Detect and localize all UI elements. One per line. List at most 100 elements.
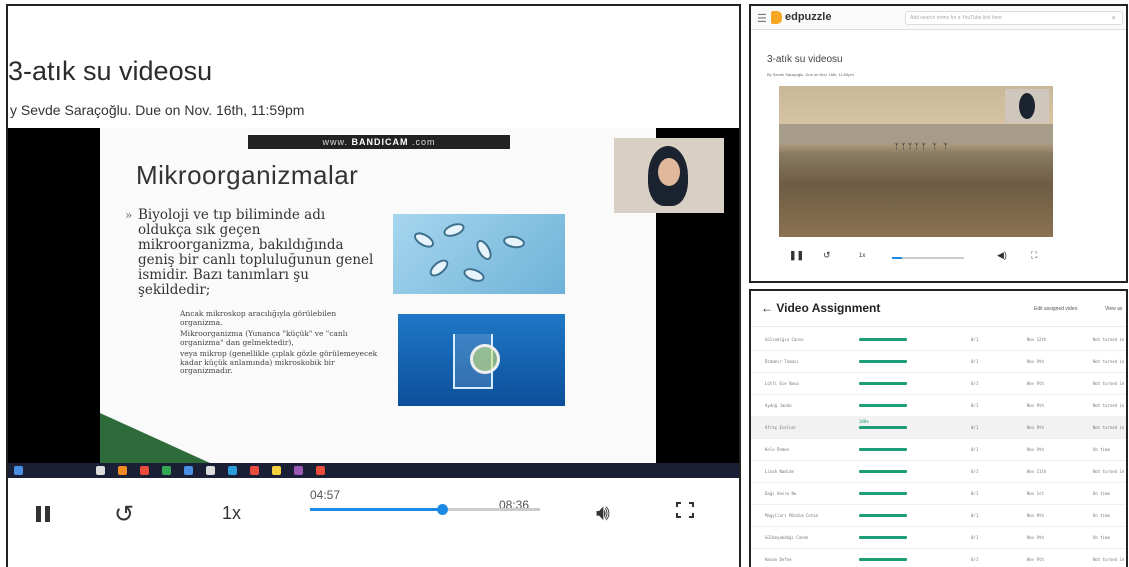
student-name: Afraş Ecelnar bbox=[765, 425, 797, 430]
student-name: Özdemir Taması bbox=[765, 359, 799, 364]
due-date: Nov 1st bbox=[1027, 491, 1044, 496]
student-name: Hasan Defne bbox=[765, 557, 792, 562]
student-name: Gülbeyakdağı Cande bbox=[765, 535, 809, 540]
webcam-overlay bbox=[1005, 89, 1049, 123]
status: On time bbox=[1093, 447, 1110, 452]
student-row[interactable]: Afraş Ecelnar 100% 0/1 Nov 9th Not turned in bbox=[751, 416, 1126, 439]
score: 0/1 bbox=[971, 337, 979, 342]
due-date: Nov 9th bbox=[1027, 535, 1044, 540]
page-title: 3-atık su videosu bbox=[8, 56, 213, 86]
volume-icon[interactable]: 🔊︎ bbox=[596, 500, 610, 526]
status: On time bbox=[1093, 491, 1110, 496]
pause-button[interactable] bbox=[36, 506, 50, 522]
speed-icon[interactable]: 1x bbox=[859, 253, 865, 259]
progress-bar bbox=[859, 448, 907, 451]
time-current: 04:57 bbox=[310, 488, 341, 502]
status: Not turned in bbox=[1093, 469, 1125, 474]
student-name: Lütfi Ece Nasa bbox=[765, 381, 799, 386]
presentation-slide: www. BANDICAM .com Mikroorganizmalar Biy… bbox=[100, 128, 656, 463]
status: Not turned in bbox=[1093, 425, 1125, 430]
student-name: Dağı Hasra Nu bbox=[765, 491, 797, 496]
assignment-title: Video Assignment bbox=[776, 301, 881, 315]
progress-fill bbox=[310, 508, 443, 511]
student-row[interactable]: Gülsadiğın Cansu 0/1 Nov 12th Not turned in bbox=[751, 328, 1126, 351]
video-preview[interactable]: ᛉᛉᛉᛉᛉ ᛉ ᛉ bbox=[779, 86, 1053, 237]
windows-taskbar bbox=[8, 463, 739, 478]
speed-button[interactable]: 1x bbox=[222, 503, 241, 524]
menu-icon[interactable]: ☰ bbox=[757, 12, 767, 25]
fullscreen-icon[interactable]: ⛶ bbox=[1031, 250, 1037, 261]
score: 0/1 bbox=[971, 447, 979, 452]
slide-decoration bbox=[100, 413, 210, 463]
student-row[interactable]: Özdemir Taması 0/1 Nov 9th Not turned in bbox=[751, 350, 1126, 373]
app-logo[interactable]: edpuzzle bbox=[785, 11, 831, 23]
main-video-panel: 3-atık su videosu y Sevde Saraçoğlu. Due… bbox=[6, 4, 741, 567]
recorder-label: BANDICAM bbox=[351, 137, 409, 147]
student-row[interactable]: Gülbeyakdağı Cande 0/1 Nov 9th On time bbox=[751, 526, 1126, 549]
progress-bar bbox=[859, 426, 907, 429]
progress-track[interactable] bbox=[310, 504, 540, 515]
student-name: Gülsadiğın Cansu bbox=[765, 337, 804, 342]
progress-bar bbox=[859, 514, 907, 517]
status: Not turned in bbox=[1093, 557, 1125, 562]
student-row[interactable]: Magyiları Mösdim Cetan 0/1 Nov 9th On time bbox=[751, 504, 1126, 527]
slide-subpoint: Ancak mikroskop aracılığıyla görülebilen… bbox=[180, 309, 337, 327]
webcam-overlay bbox=[614, 138, 724, 213]
student-name: Aydoğ Janda bbox=[765, 403, 792, 408]
progress-knob[interactable] bbox=[437, 504, 449, 515]
water-glass-image bbox=[398, 314, 565, 406]
slide-subpoints: Ancak mikroskop aracılığıyla görülebilen… bbox=[180, 309, 380, 379]
student-row[interactable]: Hasan Defne 0/1 Nov 9th Not turned in bbox=[751, 548, 1126, 567]
edpuzzle-logo-icon bbox=[771, 11, 782, 24]
assignment-header: ← Video Assignment Edit assigned video V… bbox=[751, 291, 1126, 327]
video-subtitle: By Sevde Saraçoğlu. Due on Nov. 16th, 11… bbox=[767, 72, 854, 77]
score: 0/1 bbox=[971, 425, 979, 430]
fullscreen-icon[interactable] bbox=[676, 502, 694, 518]
status: Not turned in bbox=[1093, 381, 1125, 386]
progress-bar bbox=[859, 558, 907, 561]
edit-assigned-link[interactable]: Edit assigned video bbox=[1034, 306, 1077, 312]
student-name: Magyiları Mösdim Cetan bbox=[765, 513, 818, 518]
pause-icon[interactable]: ❚❚ bbox=[789, 250, 804, 261]
status: On time bbox=[1093, 535, 1110, 540]
progress-bar bbox=[859, 360, 907, 363]
due-date: Nov 12th bbox=[1027, 337, 1047, 342]
student-row[interactable]: Lütfi Ece Nasa 0/1 Nov 9th Not turned in bbox=[751, 372, 1126, 395]
progress-track[interactable] bbox=[892, 257, 964, 259]
slide-subpoint: veya mikrop (genellikle çıplak gözle gör… bbox=[180, 349, 378, 375]
status: On time bbox=[1093, 513, 1110, 518]
preview-controls: ❚❚ ↺ 1x ◀) ⛶ bbox=[779, 247, 1053, 267]
due-date: Nov 9th bbox=[1027, 425, 1044, 430]
volume-icon[interactable]: ◀) bbox=[997, 250, 1007, 261]
score: 0/1 bbox=[971, 359, 979, 364]
progress-bar bbox=[859, 492, 907, 495]
student-row[interactable]: Dağı Hasra Nu 0/1 Nov 1st On time bbox=[751, 482, 1126, 505]
replay-icon[interactable]: ↺ bbox=[823, 250, 831, 261]
back-button[interactable]: ← Video Assignment bbox=[761, 301, 880, 315]
player-controls: ↺ 1x 04:57 08:36 🔊︎ bbox=[8, 478, 739, 567]
student-row[interactable]: Aydoğ Janda 0/1 Nov 9th Not turned in bbox=[751, 394, 1126, 417]
score: 0/1 bbox=[971, 403, 979, 408]
microorganism-image bbox=[393, 214, 565, 294]
view-as-link[interactable]: View as bbox=[1105, 306, 1122, 312]
assignment-panel: ← Video Assignment Edit assigned video V… bbox=[749, 289, 1128, 567]
due-date: Nov 11th bbox=[1027, 469, 1047, 474]
due-date: Nov 9th bbox=[1027, 447, 1044, 452]
search-placeholder: Add search terms for a YouTube link here bbox=[910, 15, 1002, 21]
video-player[interactable]: www. BANDICAM .com Mikroorganizmalar Biy… bbox=[8, 128, 739, 478]
status: Not turned in bbox=[1093, 359, 1125, 364]
due-date: Nov 9th bbox=[1027, 403, 1044, 408]
score: 0/1 bbox=[971, 469, 979, 474]
search-icon[interactable]: ⌕ bbox=[1112, 13, 1116, 23]
progress-bar bbox=[859, 470, 907, 473]
edpuzzle-preview-panel: ☰ edpuzzle Add search terms for a YouTub… bbox=[749, 4, 1128, 283]
student-row[interactable]: Kolo Önmen 0/1 Nov 9th On time bbox=[751, 438, 1126, 461]
due-date: Nov 9th bbox=[1027, 557, 1044, 562]
student-name: Kolo Önmen bbox=[765, 447, 790, 452]
status: Not turned in bbox=[1093, 337, 1125, 342]
app-header: ☰ edpuzzle Add search terms for a YouTub… bbox=[751, 6, 1126, 30]
search-input[interactable]: Add search terms for a YouTube link here… bbox=[905, 11, 1123, 25]
slide-heading: Mikroorganizmalar bbox=[136, 160, 359, 190]
replay-icon[interactable]: ↺ bbox=[114, 500, 134, 529]
student-row[interactable]: Linah Nadide 0/1 Nov 11th Not turned in bbox=[751, 460, 1126, 483]
